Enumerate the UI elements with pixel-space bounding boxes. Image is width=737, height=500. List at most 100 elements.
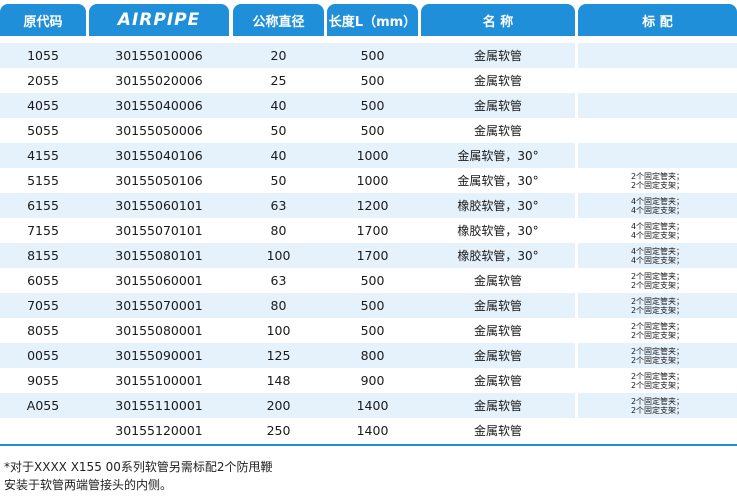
accessory-line: 2个固定支架； [630, 330, 685, 340]
accessory-line: 2个固定支架； [630, 180, 685, 190]
cell-part-number: 30155120001 [115, 423, 203, 438]
cell-name: 金属软管 [473, 299, 522, 313]
cell-standard-accessories: 2个固定管夹； 2个固定支架； [578, 343, 737, 368]
header-nominal-diameter: 公称直径 [233, 4, 324, 36]
cell-nominal-diameter: 80 [270, 223, 287, 238]
cell-standard-accessories [578, 43, 737, 68]
cell-length: 900 [360, 373, 385, 388]
cell-standard-accessories: 2个固定管夹； 2个固定支架； [578, 368, 737, 393]
accessory-line: 2个固定管夹； [630, 171, 685, 181]
footnote-line-2: 安装于软管两端管接头的内侧。 [4, 478, 173, 492]
cell-orig-code: 7055 [27, 298, 59, 313]
cell-standard-accessories: 2个固定管夹； 2个固定支架； [578, 293, 737, 318]
header-name: 名 称 [421, 4, 575, 36]
accessory-line: 4个固定管夹； [630, 246, 685, 256]
footnote-line-1: *对于XXXX X155 00系列软管另需标配2个防甩鞭 [4, 460, 273, 474]
cell-length: 1000 [356, 173, 389, 188]
cell-standard-accessories: 2个固定管夹； 2个固定支架； [578, 168, 737, 193]
accessory-line: 4个固定支架； [630, 230, 685, 240]
cell-orig-code: 6155 [27, 198, 59, 213]
header-length: 长度L（mm） [327, 4, 418, 36]
cell-orig-code [0, 418, 86, 443]
cell-part-number: 30155020006 [115, 73, 203, 88]
spec-document: 原代码 AIRPIPE 公称直径 长度L（mm） 名 称 标 配 1055 301… [0, 0, 737, 500]
cell-length: 1400 [356, 423, 389, 438]
accessory-line: 2个固定支架； [630, 380, 685, 390]
table-row: 0055 30155090001 125 800 金属软管 2个固定管夹； 2个固定支架； [0, 343, 737, 368]
table-row: 5155 30155050106 50 1000 金属软管，30° 2个固定管夹； 2个固定… [0, 168, 737, 193]
cell-part-number: 30155010006 [115, 48, 203, 63]
cell-part-number: 30155100001 [115, 373, 203, 388]
cell-standard-accessories [578, 68, 737, 93]
accessory-line: 4个固定支架； [630, 255, 685, 265]
cell-orig-code: 4155 [27, 148, 59, 163]
cell-nominal-diameter: 20 [270, 48, 287, 63]
cell-length: 500 [360, 323, 385, 338]
cell-standard-accessories [578, 143, 737, 168]
accessory-line: 2个固定支架； [630, 280, 685, 290]
cell-name: 金属软管 [473, 399, 522, 413]
cell-nominal-diameter: 50 [270, 123, 287, 138]
table-row: 6155 30155060101 63 1200 橡胶软管，30° 4个固定管夹； 4个固定… [0, 193, 737, 218]
cell-nominal-diameter: 63 [270, 198, 287, 213]
cell-orig-code: 0055 [27, 348, 59, 363]
cell-standard-accessories [578, 118, 737, 143]
cell-name: 金属软管 [473, 324, 522, 338]
table-row: 6055 30155060001 63 500 金属软管 2个固定管夹； 2个固定支架； [0, 268, 737, 293]
cell-nominal-diameter: 80 [270, 298, 287, 313]
cell-standard-accessories [578, 418, 737, 443]
accessory-line: 2个固定管夹； [630, 346, 685, 356]
cell-standard-accessories: 2个固定管夹； 2个固定支架； [578, 393, 737, 418]
cell-part-number: 30155050006 [115, 123, 203, 138]
cell-orig-code: 5055 [27, 123, 59, 138]
accessory-line: 4个固定管夹； [630, 221, 685, 231]
cell-part-number: 30155110001 [115, 398, 203, 413]
cell-nominal-diameter: 63 [270, 273, 287, 288]
cell-orig-code: 5155 [27, 173, 59, 188]
accessory-line: 2个固定管夹； [630, 296, 685, 306]
accessory-line: 2个固定管夹； [630, 271, 685, 281]
cell-orig-code: 1055 [27, 48, 59, 63]
cell-standard-accessories [578, 93, 737, 118]
cell-orig-code: 8055 [27, 323, 59, 338]
table-body: 1055 30155010006 20 500 金属软管 2055 30155020006 2… [0, 43, 737, 443]
cell-part-number: 30155070001 [115, 298, 203, 313]
table-row: 8155 30155080101 100 1700 橡胶软管，30° 4个固定管夹； 4个固… [0, 243, 737, 268]
table-header: 原代码 AIRPIPE 公称直径 长度L（mm） 名 称 标 配 [0, 0, 737, 40]
cell-name: 橡胶软管，30° [457, 199, 539, 213]
table-row: 1055 30155010006 20 500 金属软管 [0, 43, 737, 68]
table-row: 7155 30155070101 80 1700 橡胶软管，30° 4个固定管夹； 4个固定… [0, 218, 737, 243]
cell-name: 金属软管 [473, 124, 522, 138]
cell-part-number: 30155070101 [115, 223, 203, 238]
cell-length: 800 [360, 348, 385, 363]
accessory-line: 2个固定管夹； [630, 321, 685, 331]
cell-orig-code: 4055 [27, 98, 59, 113]
cell-nominal-diameter: 125 [266, 348, 291, 363]
cell-nominal-diameter: 100 [266, 323, 291, 338]
cell-nominal-diameter: 200 [266, 398, 291, 413]
cell-name: 金属软管 [473, 49, 522, 63]
cell-name: 金属软管，30° [457, 174, 539, 188]
cell-name: 橡胶软管，30° [457, 224, 539, 238]
accessory-line: 2个固定支架； [630, 305, 685, 315]
accessory-line: 4个固定支架； [630, 205, 685, 215]
cell-standard-accessories: 2个固定管夹； 2个固定支架； [578, 268, 737, 293]
table-row: 7055 30155070001 80 500 金属软管 2个固定管夹； 2个固定支架； [0, 293, 737, 318]
table-row: 9055 30155100001 148 900 金属软管 2个固定管夹； 2个固定支架； [0, 368, 737, 393]
cell-nominal-diameter: 250 [266, 423, 291, 438]
cell-orig-code: 2055 [27, 73, 59, 88]
cell-length: 1700 [356, 223, 389, 238]
cell-length: 500 [360, 98, 385, 113]
table-row: 5055 30155050006 50 500 金属软管 [0, 118, 737, 143]
accessory-line: 2个固定支架； [630, 355, 685, 365]
cell-part-number: 30155080001 [115, 323, 203, 338]
cell-length: 1400 [356, 398, 389, 413]
cell-name: 金属软管，30° [457, 149, 539, 163]
cell-part-number: 30155090001 [115, 348, 203, 363]
cell-length: 1700 [356, 248, 389, 263]
cell-length: 1200 [356, 198, 389, 213]
cell-orig-code: 9055 [27, 373, 59, 388]
cell-standard-accessories: 2个固定管夹； 2个固定支架； [578, 318, 737, 343]
header-brand-logo: AIRPIPE [89, 4, 229, 36]
header-orig-code: 原代码 [0, 4, 86, 36]
